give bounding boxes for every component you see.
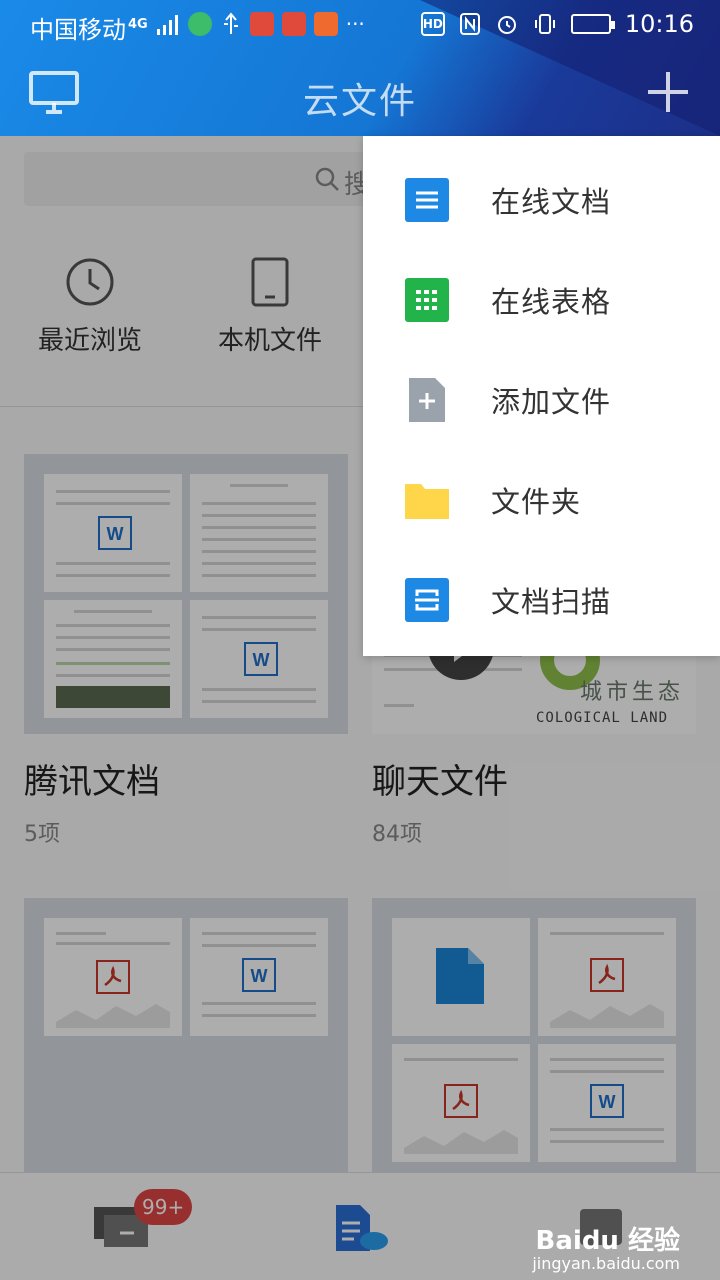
hd-icon: HD (420, 12, 445, 36)
status-notification-icons: 4G ··· (128, 12, 365, 36)
status-right: HD 10:16 (420, 10, 694, 38)
more-notify-icon: ··· (345, 12, 365, 36)
menu-item-online-doc[interactable]: 在线文档 (363, 150, 720, 250)
network-type: 4G (128, 16, 148, 32)
scan-icon (405, 578, 449, 622)
clock-time: 10:16 (624, 10, 694, 38)
nfc-icon (459, 13, 480, 35)
battery-icon (570, 14, 615, 34)
shop-notify-icon (281, 12, 306, 36)
carrier-label: 中国移动 (30, 16, 126, 44)
folder-icon (405, 484, 449, 519)
add-icon[interactable] (646, 70, 690, 114)
app-header: 中国移动 4G ··· HD 10:16 云文件 (0, 0, 720, 136)
menu-item-folder[interactable]: 文件夹 (363, 450, 720, 550)
vibrate-icon (534, 14, 555, 34)
sheet-grid-icon (405, 278, 449, 322)
app-notify-icon (249, 12, 274, 36)
usb-icon (223, 12, 238, 34)
add-menu: 在线文档 在线表格 添加文件 文件夹 文档扫描 (363, 136, 720, 656)
menu-item-online-sheet[interactable]: 在线表格 (363, 250, 720, 350)
alarm-icon (497, 16, 516, 34)
doc-lines-icon (405, 178, 449, 222)
title-bar: 云文件 (0, 50, 720, 136)
status-bar: 中国移动 4G ··· HD 10:16 (0, 0, 720, 50)
menu-item-doc-scan[interactable]: 文档扫描 (363, 550, 720, 650)
menu-item-label: 文件夹 (491, 485, 582, 519)
menu-item-label: 添加文件 (491, 385, 612, 419)
nav-dim-overlay[interactable] (0, 1172, 720, 1280)
menu-item-label: 在线文档 (491, 185, 612, 219)
signal-icon (156, 15, 178, 35)
video-notify-icon (313, 12, 338, 36)
menu-item-add-file[interactable]: 添加文件 (363, 350, 720, 450)
globe-icon (187, 12, 212, 36)
menu-item-label: 文档扫描 (491, 585, 612, 619)
page-title: 云文件 (302, 81, 417, 122)
add-file-icon (409, 378, 445, 422)
menu-item-label: 在线表格 (491, 285, 612, 319)
